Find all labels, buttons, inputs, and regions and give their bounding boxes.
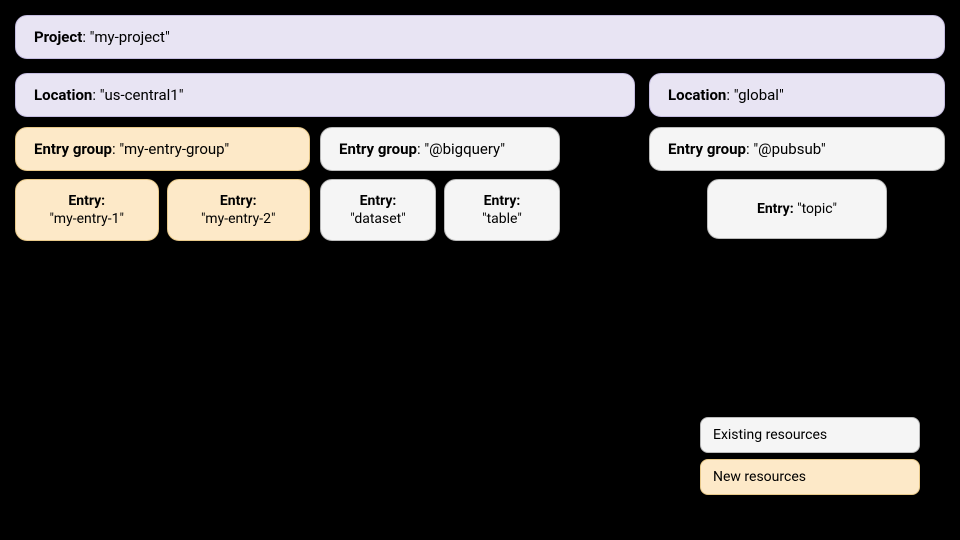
location-value-right: "global"	[734, 86, 784, 104]
location-box-global: Location: "global"	[649, 73, 945, 117]
diagram-container: Project: "my-project" Location: "us-cent…	[15, 15, 945, 525]
middle-section: Location: "us-central1" Entry group: "my…	[15, 73, 945, 525]
location-column-left: Location: "us-central1" Entry group: "my…	[15, 73, 635, 525]
legend-existing: Existing resources	[700, 417, 920, 453]
entry-group-bigquery: Entry group: "@bigquery" Entry:"dataset"…	[320, 127, 560, 241]
entry-table: Entry:"table"	[444, 179, 560, 241]
entry-group-pubsub: Entry group: "@pubsub" Entry: "topic"	[649, 127, 945, 239]
location-label-left: Location	[34, 86, 92, 104]
project-label: Project	[34, 28, 82, 46]
location-box-us-central1: Location: "us-central1"	[15, 73, 635, 117]
legend-new-label: New resources	[713, 469, 806, 485]
entry-my-entry-2: Entry:"my-entry-2"	[167, 179, 311, 241]
entries-row-my-entry-group: Entry:"my-entry-1" Entry:"my-entry-2"	[15, 179, 310, 241]
entry-groups-row-right: Entry group: "@pubsub" Entry: "topic"	[649, 127, 945, 239]
legend-existing-label: Existing resources	[713, 427, 827, 443]
project-box: Project: "my-project"	[15, 15, 945, 59]
project-value: "my-project"	[90, 28, 170, 46]
location-column-right: Location: "global" Entry group: "@pubsub…	[649, 73, 945, 525]
legend-new: New resources	[700, 459, 920, 495]
entry-group-pubsub-header: Entry group: "@pubsub"	[649, 127, 945, 171]
location-label-right: Location	[668, 86, 726, 104]
entry-topic: Entry: "topic"	[707, 179, 887, 239]
location-value-left: "us-central1"	[100, 86, 184, 104]
entries-row-pubsub: Entry: "topic"	[649, 179, 945, 239]
entry-group-my-entry-group: Entry group: "my-entry-group" Entry:"my-…	[15, 127, 310, 241]
entry-dataset: Entry:"dataset"	[320, 179, 436, 241]
entries-row-bigquery: Entry:"dataset" Entry:"table"	[320, 179, 560, 241]
entry-my-entry-1: Entry:"my-entry-1"	[15, 179, 159, 241]
legend: Existing resources New resources	[700, 417, 920, 495]
entry-group-my-entry-group-header: Entry group: "my-entry-group"	[15, 127, 310, 171]
entry-groups-row-left: Entry group: "my-entry-group" Entry:"my-…	[15, 127, 635, 241]
entry-group-bigquery-header: Entry group: "@bigquery"	[320, 127, 560, 171]
